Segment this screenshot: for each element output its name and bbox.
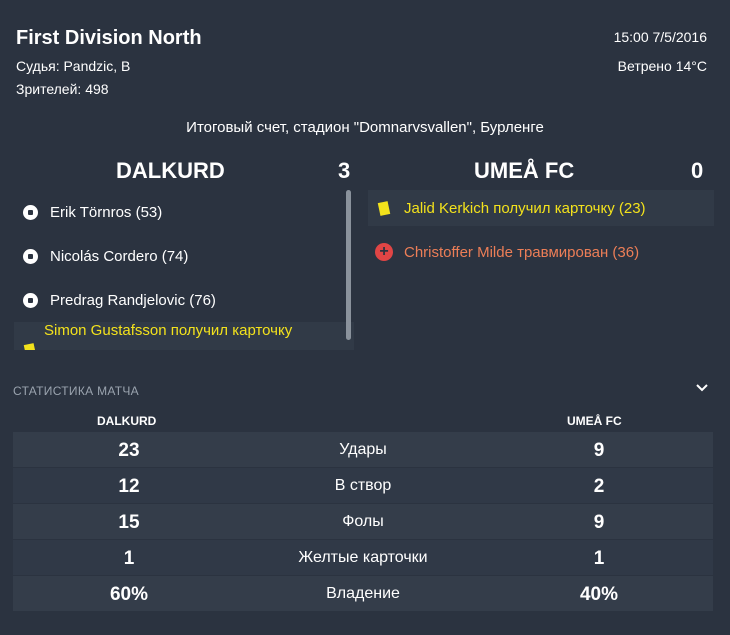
list-item[interactable]: + Christoffer Milde травмирован (36) xyxy=(368,234,714,270)
stat-label: В створ xyxy=(334,477,392,494)
stat-home-value: 1 xyxy=(123,548,135,569)
home-events-scrollbar[interactable] xyxy=(346,190,351,340)
stat-home-value: 60% xyxy=(109,584,149,605)
attendance-text: Зрителей: 498 xyxy=(16,81,109,97)
stats-section-title: СТАТИСТИКА МАТЧА xyxy=(13,384,139,398)
stat-label: Фолы xyxy=(342,513,384,530)
stat-label: Желтые карточки xyxy=(298,549,428,566)
chevron-down-icon[interactable] xyxy=(694,380,710,396)
soccer-ball-icon xyxy=(20,202,40,222)
injury-cross-icon: + xyxy=(374,242,394,262)
stat-away-value: 1 xyxy=(593,548,605,569)
list-item[interactable]: Jalid Kerkich получил карточку (23) xyxy=(368,190,714,226)
yellow-card-icon xyxy=(20,340,40,350)
table-row: 1 Желтые карточки 1 xyxy=(13,540,713,576)
weather-text: Ветрено 14°C xyxy=(617,58,707,74)
stat-away-value: 40% xyxy=(579,584,619,605)
stat-away-value: 9 xyxy=(593,512,605,533)
away-events-list: Jalid Kerkich получил карточку (23) + Ch… xyxy=(368,190,714,350)
stat-label: Владение xyxy=(326,585,400,602)
list-item[interactable]: Nicolás Cordero (74) xyxy=(14,234,354,278)
event-text: Simon Gustafsson получил карточку xyxy=(44,322,293,339)
yellow-card-icon xyxy=(374,198,394,218)
stat-away-value: 9 xyxy=(593,440,605,461)
event-text: Christoffer Milde травмирован (36) xyxy=(404,243,640,261)
competition-title[interactable]: First Division North xyxy=(16,27,202,50)
stat-away-value: 2 xyxy=(593,476,605,497)
stat-home-value: 23 xyxy=(118,440,140,461)
stats-table: 23 Удары 9 12 В створ 2 15 Фолы 9 1 Желт… xyxy=(13,432,713,612)
event-text: Jalid Kerkich получил карточку (23) xyxy=(404,199,646,217)
match-datetime: 15:00 7/5/2016 xyxy=(613,29,707,45)
table-row: 23 Удары 9 xyxy=(13,432,713,468)
away-team-score: 0 xyxy=(691,158,704,183)
list-item[interactable]: Erik Törnros (53) xyxy=(14,190,354,234)
event-text: Erik Törnros (53) xyxy=(50,203,163,221)
soccer-ball-icon xyxy=(20,246,40,266)
table-row: 12 В створ 2 xyxy=(13,468,713,504)
stat-home-value: 15 xyxy=(118,512,140,533)
table-row: 60% Владение 40% xyxy=(13,576,713,612)
match-header: First Division North Судья: Pandzic, B З… xyxy=(0,0,730,110)
stat-label: Удары xyxy=(339,441,387,458)
table-row: 15 Фолы 9 xyxy=(13,504,713,540)
result-line: Итоговый счет, стадион "Domnarvsvallen",… xyxy=(186,119,544,136)
referee-text: Судья: Pandzic, B xyxy=(16,58,131,74)
list-item[interactable]: Simon Gustafsson получил карточку xyxy=(14,322,354,350)
scrollbar-thumb[interactable] xyxy=(346,190,351,340)
home-events-list: Erik Törnros (53) Nicolás Cordero (74) P… xyxy=(14,190,354,350)
stats-away-label: UMEÅ FC xyxy=(567,414,622,428)
list-item[interactable]: Predrag Randjelovic (76) xyxy=(14,278,354,322)
event-text: Predrag Randjelovic (76) xyxy=(50,291,216,309)
soccer-ball-icon xyxy=(20,290,40,310)
home-team-score: 3 xyxy=(338,158,351,183)
event-text: Nicolás Cordero (74) xyxy=(50,247,189,265)
away-team-name[interactable]: UMEÅ FC xyxy=(474,158,574,184)
home-team-name[interactable]: DALKURD xyxy=(116,158,225,184)
stat-home-value: 12 xyxy=(118,476,140,497)
stats-home-label: DALKURD xyxy=(97,414,157,428)
